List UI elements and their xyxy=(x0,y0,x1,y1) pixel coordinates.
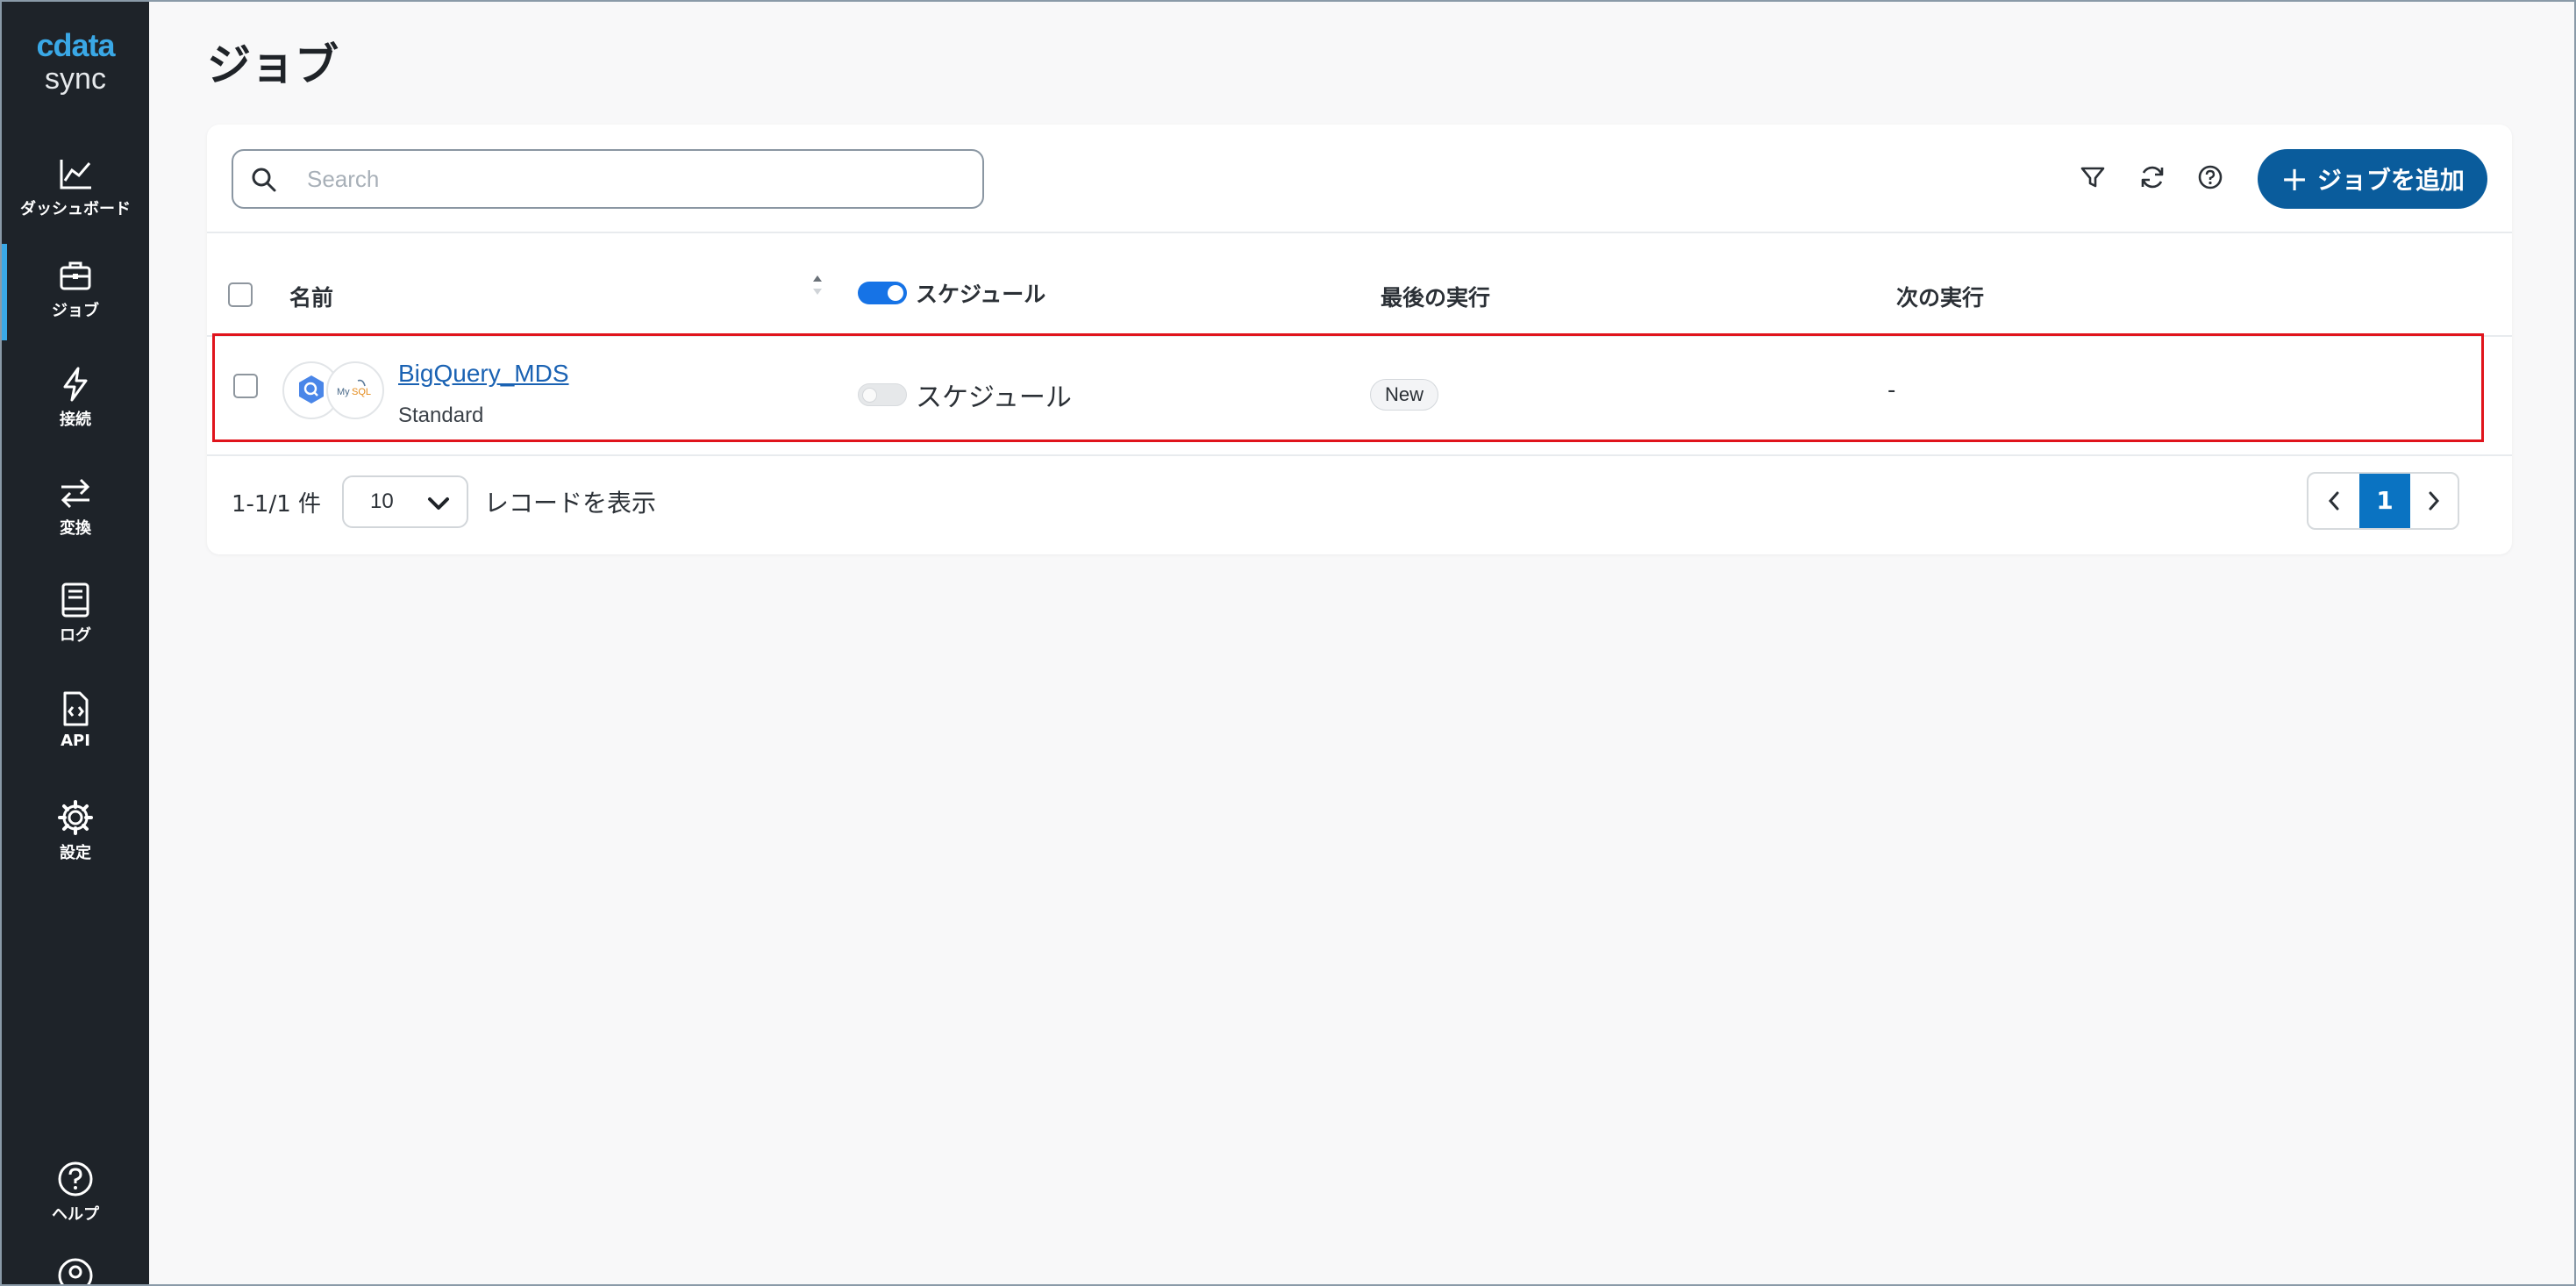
select-all-checkbox[interactable] xyxy=(228,282,253,307)
code-file-icon xyxy=(63,691,89,726)
help-circle-icon[interactable] xyxy=(2193,160,2228,195)
sidebar-item-dashboard[interactable]: ダッシュボード xyxy=(2,142,149,239)
toggle-knob xyxy=(862,388,877,403)
logo-sync-text: sync xyxy=(45,62,106,96)
svg-text:My: My xyxy=(337,387,350,397)
sidebar-item-label: 接続 xyxy=(60,411,91,429)
job-name-link[interactable]: BigQuery_MDS xyxy=(398,360,569,388)
column-header-last-run[interactable]: 最後の実行 xyxy=(1381,281,1490,312)
lightning-icon xyxy=(63,367,88,402)
sidebar-item-label: 変換 xyxy=(60,519,91,538)
sidebar-item-label: ヘルプ xyxy=(52,1205,99,1224)
sidebar-item-logs[interactable]: ログ xyxy=(2,568,149,665)
sidebar-item-transformations[interactable]: 変換 xyxy=(2,461,149,558)
question-circle-icon xyxy=(58,1161,93,1197)
search-icon xyxy=(252,168,276,192)
logo-cdata-text: cdata xyxy=(36,27,115,63)
column-header-name[interactable]: 名前 xyxy=(289,281,333,312)
column-header-next-run[interactable]: 次の実行 xyxy=(1896,281,1984,312)
book-icon xyxy=(61,582,89,618)
chart-line-icon xyxy=(60,160,91,189)
sidebar-item-settings[interactable]: 設定 xyxy=(2,786,149,882)
pagination: 1 xyxy=(2307,472,2459,530)
sidebar-item-label: API xyxy=(61,732,90,750)
sidebar-item-label: ジョブ xyxy=(52,302,99,320)
sidebar-item-label: ダッシュボード xyxy=(20,200,131,218)
gear-icon xyxy=(58,800,93,835)
sidebar-item-label: ログ xyxy=(60,626,91,645)
refresh-icon[interactable] xyxy=(2135,160,2170,195)
sort-icon[interactable] xyxy=(810,274,824,296)
sidebar-item-label: 設定 xyxy=(60,844,91,862)
schedule-header-toggle[interactable] xyxy=(858,282,907,304)
svg-text:SQL: SQL xyxy=(352,387,371,397)
add-job-button[interactable]: + ジョブを追加 xyxy=(2258,149,2487,209)
swap-arrows-icon xyxy=(61,478,90,509)
chevron-right-icon[interactable] xyxy=(2408,474,2459,528)
chevron-left-icon[interactable] xyxy=(2308,474,2359,528)
sidebar: cdata sync ダッシュボード ジョブ 接続 変換 ログ API 設定 ヘ… xyxy=(2,2,149,1284)
page-button-current[interactable]: 1 xyxy=(2359,474,2410,528)
page-size-select[interactable]: 10 xyxy=(342,475,468,528)
column-header-schedule: スケジュール xyxy=(916,282,1046,307)
main-content: ジョブ Search + ジョブを追加 名前 スケジュール 最後の実行 次の実行… xyxy=(149,2,2574,1284)
status-badge: New xyxy=(1370,379,1439,411)
toggle-knob xyxy=(888,285,903,301)
row-schedule-toggle[interactable] xyxy=(858,383,907,406)
jobs-card: + ジョブを追加 名前 スケジュール 最後の実行 次の実行 xyxy=(207,125,2512,554)
sidebar-item-help[interactable]: ヘルプ xyxy=(2,1147,149,1244)
job-type: Standard xyxy=(398,404,484,427)
row-schedule-label: スケジュール xyxy=(916,382,1072,413)
sidebar-item-connections[interactable]: 接続 xyxy=(2,353,149,449)
row-checkbox[interactable] xyxy=(233,374,258,398)
search-input[interactable] xyxy=(307,161,956,196)
search-box[interactable] xyxy=(232,149,984,209)
page-size-value: 10 xyxy=(370,489,394,513)
user-circle-icon xyxy=(58,1258,93,1284)
row-divider xyxy=(207,454,2512,456)
filter-icon[interactable] xyxy=(2075,160,2110,195)
chevron-down-icon xyxy=(428,497,449,510)
briefcase-icon xyxy=(60,261,91,290)
app-window: cdata sync ダッシュボード ジョブ 接続 変換 ログ API 設定 ヘ… xyxy=(0,0,2576,1286)
sidebar-item-user[interactable] xyxy=(2,1247,149,1284)
next-run-value: - xyxy=(1887,377,1896,404)
page-size-suffix: レコードを表示 xyxy=(484,489,657,518)
sidebar-item-jobs[interactable]: ジョブ xyxy=(2,244,149,340)
highlight-box xyxy=(212,333,2484,442)
sidebar-item-api[interactable]: API xyxy=(2,677,149,774)
record-range: 1-1/1 件 xyxy=(232,491,322,518)
page-title: ジョブ xyxy=(207,39,339,90)
mysql-icon: My SQL xyxy=(326,361,384,419)
plus-icon: + xyxy=(2280,160,2308,198)
toolbar-divider xyxy=(207,232,2512,233)
add-job-label: ジョブを追加 xyxy=(2316,166,2465,195)
cdata-sync-logo[interactable]: cdata sync xyxy=(2,27,149,96)
